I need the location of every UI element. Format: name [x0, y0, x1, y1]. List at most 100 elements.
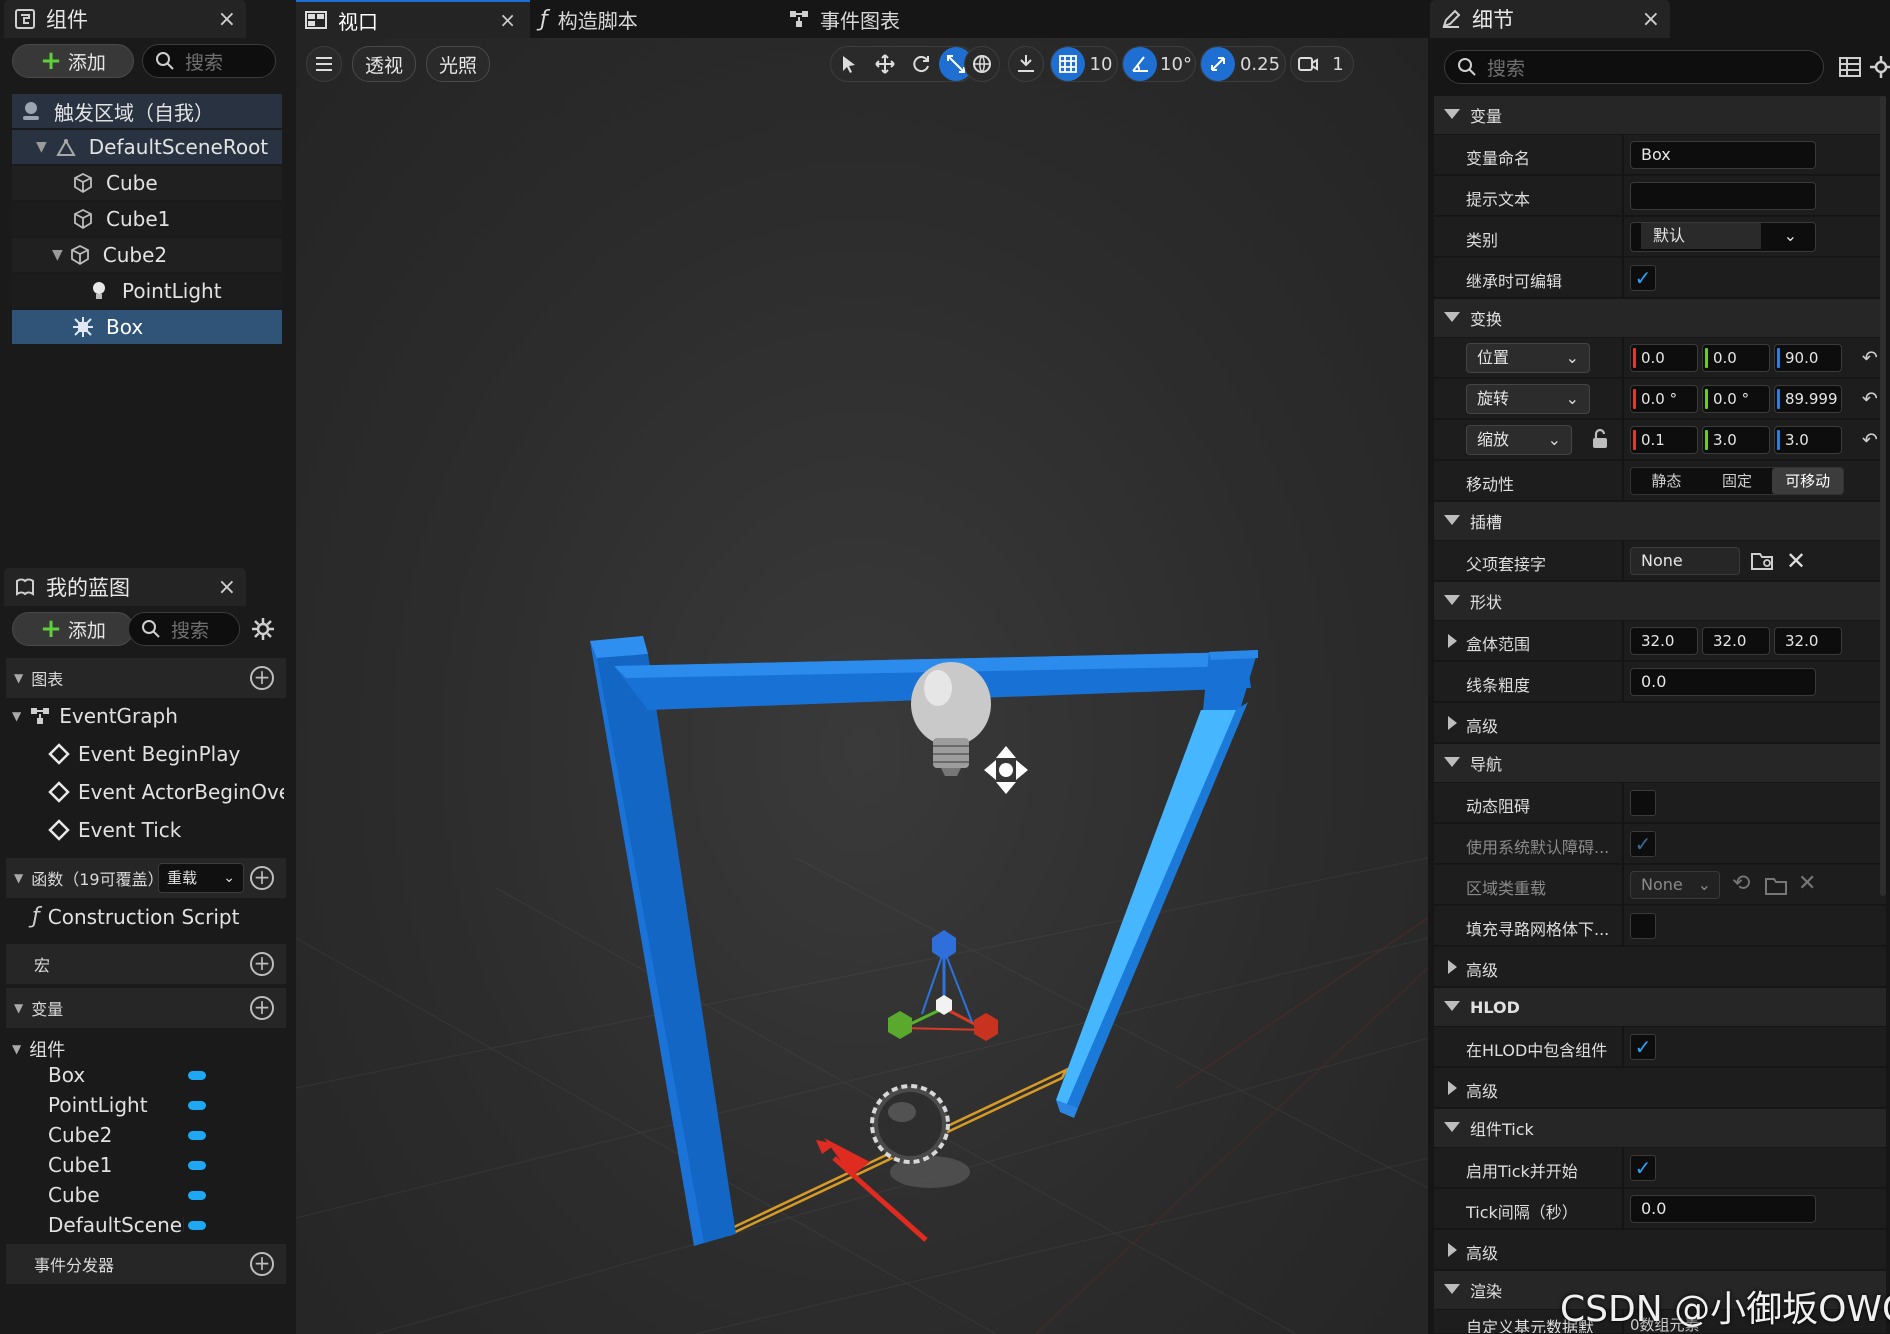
variable-item-pointlight[interactable]: PointLight [48, 1090, 288, 1120]
tick-interval-input[interactable]: 0.0 [1630, 1195, 1816, 1223]
section-transform[interactable]: 变换 [1434, 299, 1886, 337]
lock-icon[interactable] [1590, 428, 1610, 454]
editable-checkbox[interactable]: ✓ [1630, 265, 1656, 291]
box-extent-x-input[interactable]: 32.0 [1630, 627, 1698, 655]
variable-name-input[interactable]: Box [1630, 141, 1816, 169]
add-macro-icon[interactable]: + [250, 952, 274, 976]
location-y-input[interactable]: 0.0 [1702, 344, 1770, 372]
functions-section-header[interactable]: ▼ 函数（19可覆盖） 重载 ⌄ + [6, 858, 286, 898]
variable-item-defaultsceneroot[interactable]: DefaultSceneR [48, 1210, 288, 1240]
tree-item-box[interactable]: Box [12, 310, 282, 344]
close-icon[interactable]: × [499, 8, 516, 32]
variables-section-header[interactable]: ▼ 变量 + [6, 988, 286, 1028]
blueprint-search-input[interactable]: 搜索 [128, 612, 240, 646]
location-z-input[interactable]: 90.0 [1774, 344, 1842, 372]
tab-viewport[interactable]: 视口 × [296, 0, 530, 38]
event-tick-item[interactable]: Event Tick [48, 818, 181, 842]
details-search-input[interactable]: 搜索 [1444, 50, 1824, 84]
my-blueprint-tab[interactable]: 我的蓝图 × [4, 568, 246, 606]
tooltip-input[interactable] [1630, 182, 1816, 210]
rotation-y-input[interactable]: 0.0 ° [1702, 385, 1770, 413]
gear-icon[interactable] [1868, 54, 1890, 80]
location-dropdown[interactable]: 位置 ⌄ [1466, 343, 1590, 373]
components-tab[interactable]: 组件 × [4, 0, 246, 38]
scale-z-input[interactable]: 3.0 [1774, 426, 1842, 454]
category-combo[interactable]: 默认 ⌄ [1630, 222, 1816, 252]
row-shape-advanced[interactable]: 高级 [1434, 703, 1886, 743]
scale-dropdown[interactable]: 缩放 ⌄ [1466, 425, 1572, 455]
dispatchers-section-header[interactable]: 事件分发器 + [6, 1244, 286, 1284]
line-thickness-input[interactable]: 0.0 [1630, 668, 1816, 696]
section-sockets[interactable]: 插槽 [1434, 502, 1886, 540]
variable-item-cube[interactable]: Cube [48, 1180, 288, 1210]
add-variable-icon[interactable]: + [250, 996, 274, 1020]
close-icon[interactable]: × [218, 7, 236, 32]
details-tab[interactable]: 细节 × [1430, 0, 1670, 38]
section-hlod[interactable]: HLOD [1434, 988, 1886, 1026]
location-x-input[interactable]: 0.0 [1630, 344, 1698, 372]
construction-script-item[interactable]: ƒ Construction Script [32, 904, 239, 929]
tree-item-pointlight[interactable]: PointLight [12, 274, 282, 308]
mobility-movable-option[interactable]: 可移动 [1772, 468, 1844, 494]
reset-arrow-icon[interactable]: ↶ [1862, 388, 1878, 410]
expand-arrow-icon[interactable]: ▼ [36, 139, 47, 155]
components-variable-group[interactable]: ▼ 组件 [12, 1036, 65, 1062]
variable-item-cube1[interactable]: Cube1 [48, 1150, 288, 1180]
tree-item-self[interactable]: 触发区域（自我） [12, 94, 282, 128]
row-tick-advanced[interactable]: 高级 [1434, 1230, 1886, 1270]
box-extent-y-input[interactable]: 32.0 [1702, 627, 1770, 655]
mobility-stationary-option[interactable]: 固定 [1702, 468, 1773, 494]
row-hlod-advanced[interactable]: 高级 [1434, 1068, 1886, 1108]
tab-event-graph[interactable]: 事件图表 [788, 0, 1018, 38]
folder-search-icon[interactable] [1750, 550, 1776, 572]
section-shape[interactable]: 形状 [1434, 582, 1886, 620]
start-tick-checkbox[interactable]: ✓ [1630, 1155, 1656, 1181]
section-component-tick[interactable]: 组件Tick [1434, 1109, 1886, 1147]
override-dropdown[interactable]: 重载 ⌄ [158, 863, 244, 893]
close-icon[interactable]: × [218, 575, 236, 600]
include-hlod-checkbox[interactable]: ✓ [1630, 1034, 1656, 1060]
parent-socket-input[interactable]: None [1630, 547, 1740, 575]
event-actorbeginoverlap-item[interactable]: Event ActorBeginOverla [48, 780, 284, 804]
graphs-section-header[interactable]: ▼ 图表 + [6, 658, 286, 698]
tree-item-cube[interactable]: Cube [12, 166, 282, 200]
tab-construction-script[interactable]: ƒ 构造脚本 [540, 0, 770, 38]
expand-arrow-icon[interactable] [1448, 634, 1457, 648]
close-icon[interactable]: × [1642, 7, 1660, 32]
gear-icon[interactable] [250, 616, 276, 646]
mobility-static-option[interactable]: 静态 [1631, 468, 1702, 494]
section-navigation[interactable]: 导航 [1434, 744, 1886, 782]
box-extent-z-input[interactable]: 32.0 [1774, 627, 1842, 655]
macros-section-header[interactable]: 宏 + [6, 944, 286, 984]
event-beginplay-item[interactable]: Event BeginPlay [48, 742, 240, 766]
expand-arrow-icon[interactable]: ▼ [52, 247, 63, 263]
dynamic-obstacle-checkbox[interactable] [1630, 790, 1656, 816]
details-scrollbar[interactable] [1880, 96, 1886, 896]
reset-arrow-icon[interactable]: ↶ [1862, 429, 1878, 451]
variable-item-box[interactable]: Box [48, 1060, 288, 1090]
reset-arrow-icon[interactable]: ↶ [1862, 347, 1878, 369]
rotation-dropdown[interactable]: 旋转 ⌄ [1466, 384, 1590, 414]
chevron-down-icon[interactable]: ⌄ [1784, 223, 1797, 249]
viewport[interactable]: 透视 光照 10 10° 0.25 1 [296, 38, 1428, 1334]
row-nav-advanced[interactable]: 高级 [1434, 947, 1886, 987]
rotation-z-input[interactable]: 89.999 [1774, 385, 1842, 413]
add-function-icon[interactable]: + [250, 866, 274, 890]
section-variable[interactable]: 变量 [1434, 96, 1886, 134]
scale-x-input[interactable]: 0.1 [1630, 426, 1698, 454]
scale-y-input[interactable]: 3.0 [1702, 426, 1770, 454]
add-graph-icon[interactable]: + [250, 666, 274, 690]
tree-item-cube2[interactable]: ▼ Cube2 [12, 238, 282, 272]
fill-collision-checkbox[interactable] [1630, 913, 1656, 939]
clear-x-icon[interactable]: ✕ [1786, 547, 1806, 575]
add-component-button[interactable]: + 添加 [12, 44, 134, 78]
variable-item-cube2[interactable]: Cube2 [48, 1120, 288, 1150]
rotation-x-input[interactable]: 0.0 ° [1630, 385, 1698, 413]
add-dispatcher-icon[interactable]: + [250, 1252, 274, 1276]
add-blueprint-item-button[interactable]: + 添加 [12, 612, 134, 646]
tree-item-cube1[interactable]: Cube1 [12, 202, 282, 236]
table-view-icon[interactable] [1838, 56, 1862, 78]
tree-item-defaultsceneroot[interactable]: ▼ DefaultSceneRoot [12, 130, 282, 164]
event-graph-item[interactable]: ▼ EventGraph [12, 704, 178, 728]
components-search-input[interactable]: 搜索 [142, 44, 276, 78]
